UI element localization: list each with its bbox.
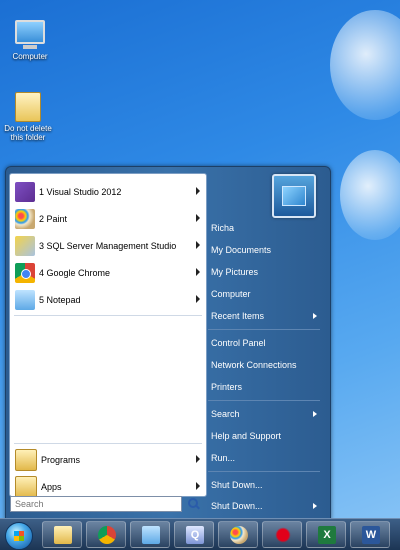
submenu-arrow-icon (196, 482, 200, 490)
splat-icon (274, 526, 292, 544)
taskbar-button-word[interactable]: W (350, 521, 390, 548)
separator (208, 329, 320, 330)
right-item-shut-down[interactable]: Shut Down... (211, 476, 323, 494)
right-item-label: Shut Down... (211, 480, 263, 490)
separator (208, 471, 320, 472)
desktop-icon-folder[interactable]: Do not delete this folder (0, 92, 58, 142)
right-item-help-and-support[interactable]: Help and Support (211, 427, 323, 445)
right-item-label: Help and Support (211, 431, 282, 441)
right-item-printers[interactable]: Printers (211, 378, 323, 396)
paint-icon (230, 526, 248, 544)
right-item-label: Printers (211, 382, 243, 392)
pinned-item-label: 4 Google Chrome (39, 268, 111, 278)
wallpaper-flower (330, 10, 400, 120)
search-input[interactable] (10, 496, 182, 512)
taskbar-button-google-chrome[interactable] (86, 521, 126, 548)
pinned-item-label: 5 Notepad (39, 295, 81, 305)
start-menu-left-pane: 1 Visual Studio 2012 2 Paint 3 SQL Serve… (9, 173, 207, 498)
apps-folder-icon (15, 476, 37, 498)
desktop-icon-label: Do not delete this folder (4, 124, 52, 142)
right-item-label: My Pictures (211, 267, 259, 277)
submenu-arrow-icon (196, 241, 200, 249)
submenu-arrow-icon (196, 187, 200, 195)
taskbar-button-file-explorer[interactable] (42, 521, 82, 548)
right-item-computer[interactable]: Computer (211, 285, 323, 303)
paint-icon (15, 209, 35, 229)
pinned-item-sql-server[interactable]: 3 SQL Server Management Studio (12, 234, 204, 258)
right-item-shut-down-options[interactable]: Shut Down... (211, 497, 323, 515)
windows-logo-icon (14, 531, 24, 541)
pinned-item-label: 3 SQL Server Management Studio (39, 241, 177, 251)
submenu-arrow-icon (313, 503, 317, 509)
visual-studio-icon (15, 182, 35, 202)
right-item-network-connections[interactable]: Network Connections (211, 356, 323, 374)
desktop-icon-label: Computer (12, 52, 48, 61)
taskbar-button-notepad[interactable] (130, 521, 170, 548)
right-item-label: Search (211, 409, 240, 419)
right-item-run[interactable]: Run... (211, 449, 323, 467)
chrome-icon (98, 526, 116, 544)
submenu-arrow-icon (313, 411, 317, 417)
pinned-item-notepad[interactable]: 5 Notepad (12, 288, 204, 312)
word-icon: W (362, 526, 380, 544)
sql-server-icon (15, 236, 35, 256)
desktop-icon-computer[interactable]: Computer (0, 20, 60, 61)
wallpaper-flower-petal (340, 150, 400, 240)
right-item-label: Shut Down... (211, 501, 263, 511)
notepad-icon (15, 290, 35, 310)
folder-icon (15, 92, 41, 122)
right-item-label: Recent Items (211, 311, 265, 321)
search-icon-handle (195, 504, 200, 510)
apps-label: Apps (41, 482, 62, 492)
pinned-item-label: 1 Visual Studio 2012 (39, 187, 122, 197)
separator (14, 443, 202, 444)
right-item-label: Run... (211, 453, 236, 463)
submenu-arrow-icon (196, 214, 200, 222)
taskbar-button-paint[interactable] (218, 521, 258, 548)
right-item-my-pictures[interactable]: My Pictures (211, 263, 323, 281)
right-item-control-panel[interactable]: Control Panel (211, 334, 323, 352)
right-item-recent-items[interactable]: Recent Items (211, 307, 323, 325)
pinned-item-chrome[interactable]: 4 Google Chrome (12, 261, 204, 285)
sql-server-icon: Q (186, 526, 204, 544)
user-avatar-icon (282, 186, 306, 206)
right-item-search[interactable]: Search (211, 405, 323, 423)
separator (208, 400, 320, 401)
folder-icon (54, 526, 72, 544)
computer-icon (15, 20, 45, 49)
submenu-arrow-icon (196, 455, 200, 463)
excel-icon: X (318, 526, 336, 544)
chrome-icon (15, 263, 35, 283)
right-item-label: Computer (211, 289, 251, 299)
right-item-label: My Documents (211, 245, 272, 255)
pinned-item-label: 2 Paint (39, 214, 68, 224)
start-button[interactable] (5, 522, 33, 550)
submenu-arrow-icon (196, 268, 200, 276)
programs-folder-icon (15, 449, 37, 471)
pinned-item-paint[interactable]: 2 Paint (12, 207, 204, 231)
pinned-item-visual-studio[interactable]: 1 Visual Studio 2012 (12, 180, 204, 204)
programs-item[interactable]: Programs (12, 448, 204, 472)
search-button[interactable] (186, 497, 200, 511)
user-name: Richa (211, 223, 235, 233)
taskbar-button-excel[interactable]: X (306, 521, 346, 548)
user-picture-tile[interactable] (272, 174, 316, 218)
taskbar-button-sql-server[interactable]: Q (174, 521, 214, 548)
taskbar-button-red-splat-app[interactable] (262, 521, 302, 548)
separator (14, 315, 202, 316)
submenu-arrow-icon (196, 295, 200, 303)
right-item-label: Control Panel (211, 338, 266, 348)
right-item-my-documents[interactable]: My Documents (211, 241, 323, 259)
right-item-label: Network Connections (211, 360, 297, 370)
taskbar: Q X W (0, 518, 400, 550)
programs-label: Programs (41, 455, 81, 465)
notepad-icon (142, 526, 160, 544)
submenu-arrow-icon (313, 313, 317, 319)
user-name-item[interactable]: Richa (211, 219, 323, 237)
